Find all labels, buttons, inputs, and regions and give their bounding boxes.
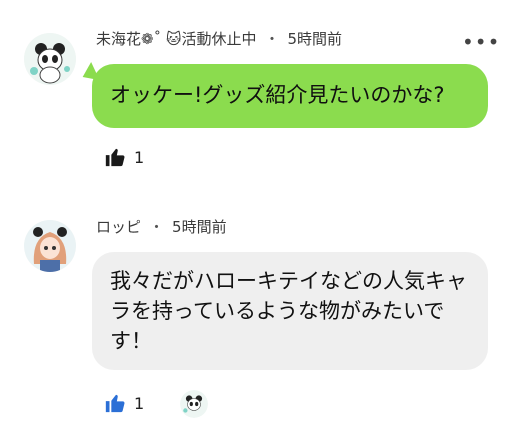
reactor-avatar[interactable] bbox=[180, 390, 208, 418]
like-button[interactable]: 1 bbox=[104, 146, 144, 168]
comment-meta: 未海花❁˚ 🐱活動休止中 ・ 5時間前 bbox=[96, 28, 342, 49]
timestamp: 5時間前 bbox=[172, 218, 227, 236]
comment-text: オッケー!グッズ紹介見たいのかな? bbox=[110, 83, 445, 107]
author-avatar[interactable] bbox=[24, 33, 76, 85]
separator: ・ bbox=[264, 30, 280, 48]
author-name[interactable]: 未海花❁˚ 🐱活動休止中 bbox=[96, 28, 256, 49]
timestamp: 5時間前 bbox=[287, 30, 343, 48]
thumbs-up-icon bbox=[105, 148, 125, 167]
thumbs-up-icon bbox=[105, 394, 125, 413]
comment-bubble: オッケー!グッズ紹介見たいのかな? bbox=[92, 64, 488, 128]
comment-text: 我々だがハローキテイなどの人気キャラを持っているような物がみたいです！ bbox=[110, 269, 467, 353]
like-count: 1 bbox=[134, 393, 145, 413]
author-avatar[interactable] bbox=[24, 220, 76, 272]
author-name[interactable]: ロッピ bbox=[96, 216, 141, 237]
like-count: 1 bbox=[134, 147, 145, 167]
separator: ・ bbox=[149, 218, 165, 236]
comment-2: ロッピ ・ 5時間前 我々だがハローキテイなどの人気キャラを持っているような物が… bbox=[0, 190, 512, 430]
like-button[interactable]: 1 bbox=[104, 392, 144, 414]
panda-avatar-icon bbox=[24, 33, 76, 85]
comment-1: 未海花❁˚ 🐱活動休止中 ・ 5時間前 ••• オッケー!グッズ紹介見たいのかな… bbox=[0, 0, 512, 190]
more-options-icon[interactable]: ••• bbox=[462, 32, 500, 52]
comment-bubble: 我々だがハローキテイなどの人気キャラを持っているような物がみたいです！ bbox=[92, 252, 488, 370]
comment-meta: ロッピ ・ 5時間前 bbox=[96, 216, 227, 237]
anime-girl-avatar-icon bbox=[24, 220, 76, 272]
panda-avatar-icon bbox=[180, 390, 208, 418]
